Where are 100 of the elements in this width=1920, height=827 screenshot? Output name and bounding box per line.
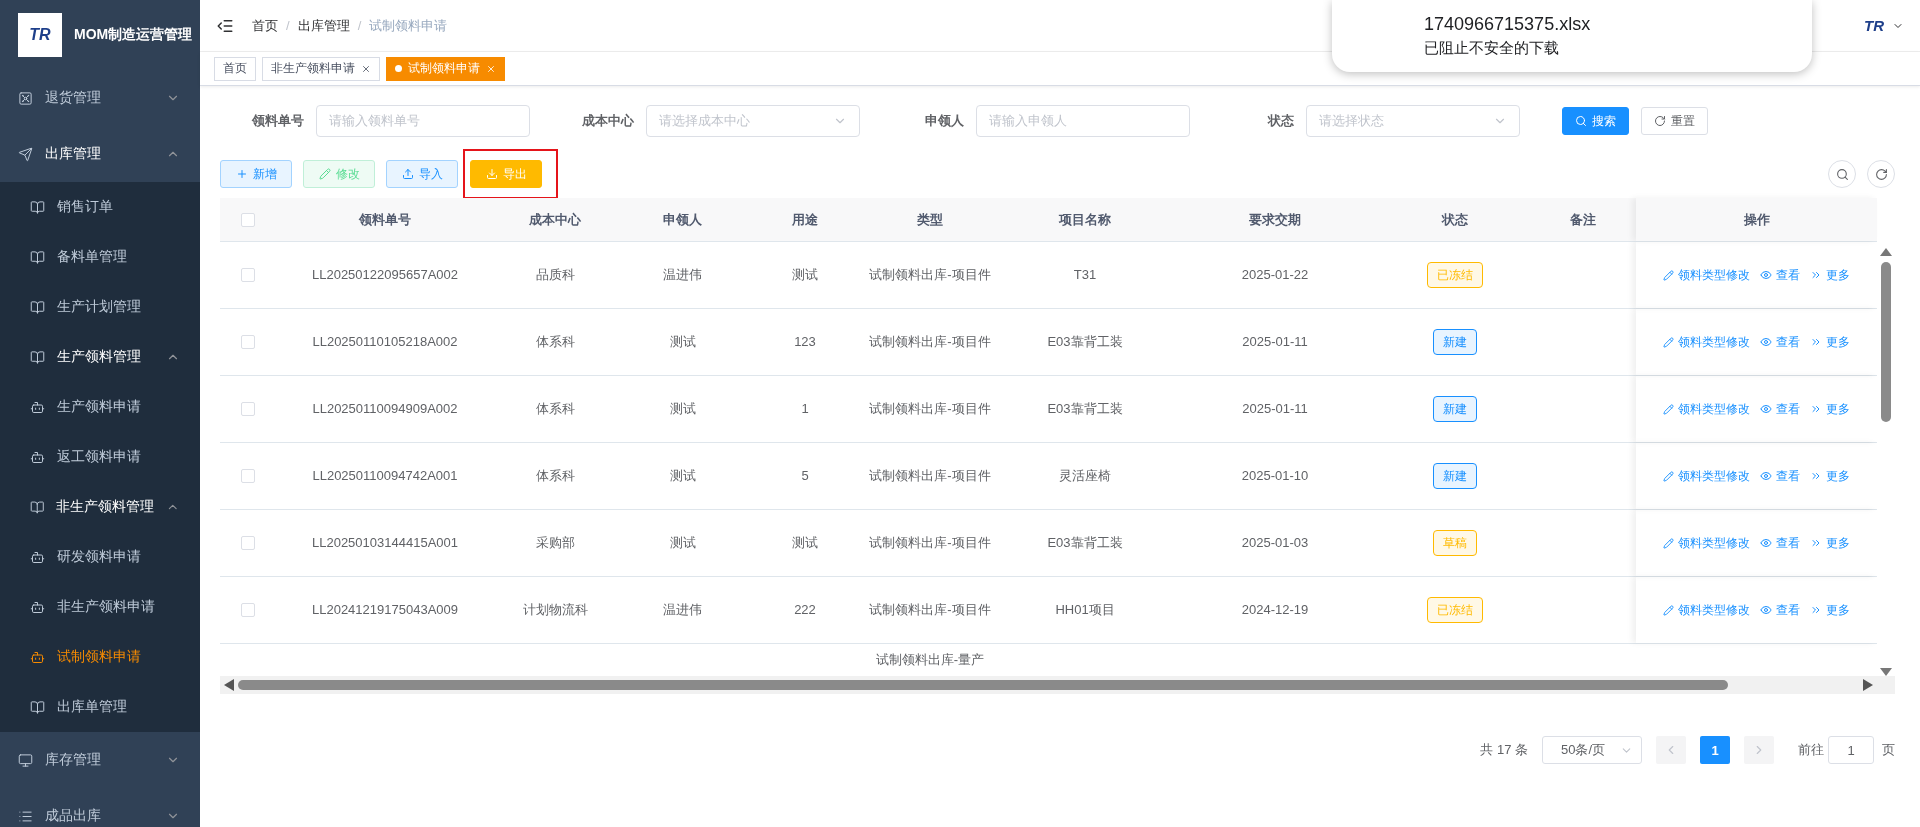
list-icon xyxy=(18,808,33,824)
menu-item[interactable]: 生产计划管理 xyxy=(0,282,200,332)
breadcrumb-item: 试制领料申请 xyxy=(369,16,448,35)
next-page-button[interactable] xyxy=(1744,736,1774,764)
action-link[interactable]: 更多 xyxy=(1810,332,1850,352)
eye-icon xyxy=(1760,537,1772,549)
action-link[interactable]: 领料类型修改 xyxy=(1663,399,1750,419)
user-logo[interactable]: TR xyxy=(1864,17,1884,34)
page-size-select[interactable]: 50条/页 xyxy=(1542,736,1642,764)
pencil-icon xyxy=(1663,470,1674,482)
table-cell-text: 体系科 xyxy=(535,400,575,418)
action-link[interactable]: 领料类型修改 xyxy=(1663,332,1750,352)
search-button[interactable]: 搜索 xyxy=(1562,107,1629,135)
pencil-icon xyxy=(1663,336,1674,348)
action-link[interactable]: 领料类型修改 xyxy=(1663,533,1750,553)
menu-item[interactable]: 出库单管理 xyxy=(0,682,200,732)
checkbox[interactable] xyxy=(240,469,255,483)
table-cell-text: 测试 xyxy=(792,534,818,552)
paper-plane-icon xyxy=(18,146,33,162)
menu-item[interactable]: 生产领料申请 xyxy=(0,382,200,432)
close-icon[interactable] xyxy=(361,63,371,74)
table-cell-text: 试制领料出库-项目件 xyxy=(869,534,991,552)
action-link[interactable]: 查看 xyxy=(1760,600,1800,620)
checkbox[interactable] xyxy=(240,603,255,617)
action-link[interactable]: 领料类型修改 xyxy=(1663,466,1750,486)
input-field[interactable]: 请输入申领人 xyxy=(976,105,1190,137)
column-header: 用途 xyxy=(791,210,819,229)
toolbar-button[interactable]: 导入 xyxy=(386,160,458,188)
action-link[interactable]: 更多 xyxy=(1810,399,1850,419)
menu-item[interactable]: 试制领料申请 xyxy=(0,632,200,682)
action-link[interactable]: 更多 xyxy=(1810,265,1850,285)
horizontal-scrollbar[interactable] xyxy=(220,676,1895,694)
reset-button[interactable]: 重置 xyxy=(1641,107,1708,135)
table-cell-text: 温进伟 xyxy=(663,266,702,284)
pencil-icon xyxy=(1663,604,1674,616)
table-cell-text: E03靠背工装 xyxy=(1047,400,1123,418)
search-button[interactable] xyxy=(1828,160,1856,188)
page-tab[interactable]: 首页 xyxy=(214,56,256,81)
action-link[interactable]: 查看 xyxy=(1760,533,1800,553)
triangle-right-icon[interactable] xyxy=(1863,679,1873,691)
action-link[interactable]: 查看 xyxy=(1760,332,1800,352)
menu-item[interactable]: 研发领料申请 xyxy=(0,532,200,582)
download-icon xyxy=(485,168,498,180)
total-count: 共 17 条 xyxy=(1480,741,1528,759)
checkbox[interactable] xyxy=(240,402,255,416)
action-link[interactable]: 查看 xyxy=(1760,466,1800,486)
goto-label: 前往 xyxy=(1798,741,1824,759)
close-icon[interactable] xyxy=(486,63,496,74)
search-icon xyxy=(1835,167,1849,181)
triangle-down-icon[interactable] xyxy=(1880,668,1892,676)
action-link[interactable]: 更多 xyxy=(1810,533,1850,553)
eye-icon xyxy=(1760,403,1772,415)
menu-item[interactable]: 非生产领料管理 xyxy=(0,482,200,532)
scrollbar-thumb[interactable] xyxy=(238,680,1728,690)
pencil-icon xyxy=(1663,537,1674,549)
double-chevron-icon xyxy=(1810,604,1822,616)
app-title: MOM制造运营管理 xyxy=(74,26,193,44)
robot-icon xyxy=(30,649,45,665)
checkbox[interactable] xyxy=(240,268,255,282)
menu-item[interactable]: 备料单管理 xyxy=(0,232,200,282)
breadcrumb-item[interactable]: 首页 xyxy=(252,16,278,35)
menu-item[interactable]: 销售订单 xyxy=(0,182,200,232)
page-button[interactable]: 1 xyxy=(1700,736,1730,764)
action-link[interactable]: 领料类型修改 xyxy=(1663,600,1750,620)
table-cell-text: 试制领料出库-项目件 xyxy=(869,400,991,418)
action-link[interactable]: 更多 xyxy=(1810,466,1850,486)
checkbox[interactable] xyxy=(240,212,255,227)
scrollbar-thumb[interactable] xyxy=(1881,262,1891,422)
refresh-button[interactable] xyxy=(1867,160,1895,188)
pencil-icon xyxy=(318,168,331,180)
monitor-icon xyxy=(18,752,33,768)
action-link[interactable]: 查看 xyxy=(1760,399,1800,419)
menu-item[interactable]: 生产领料管理 xyxy=(0,332,200,382)
column-header: 申领人 xyxy=(662,210,703,229)
page-tab[interactable]: 试制领料申请 xyxy=(386,56,505,81)
table-cell-text: 5 xyxy=(801,467,809,485)
triangle-up-icon[interactable] xyxy=(1880,248,1892,256)
table-cell-text: 测试 xyxy=(669,400,696,418)
toolbar-button[interactable]: 新增 xyxy=(220,160,292,188)
breadcrumb-item[interactable]: 出库管理 xyxy=(297,16,350,35)
action-link[interactable]: 更多 xyxy=(1810,600,1850,620)
triangle-left-icon[interactable] xyxy=(224,679,234,691)
select-field[interactable]: 请选择状态 xyxy=(1306,105,1520,137)
action-link[interactable]: 查看 xyxy=(1760,265,1800,285)
menu-item[interactable]: 非生产领料申请 xyxy=(0,582,200,632)
page-tab[interactable]: 非生产领料申请 xyxy=(262,56,380,81)
action-link[interactable]: 领料类型修改 xyxy=(1663,265,1750,285)
select-field[interactable]: 请选择成本中心 xyxy=(646,105,860,137)
download-message: 已阻止不安全的下载 xyxy=(1424,39,1560,58)
input-field[interactable]: 请输入领料单号 xyxy=(316,105,530,137)
download-filename: 1740966715375.xlsx xyxy=(1424,14,1592,35)
page-input[interactable]: 1 xyxy=(1828,736,1874,764)
page-suffix: 页 xyxy=(1882,741,1895,759)
checkbox[interactable] xyxy=(240,536,255,550)
table-cell-text: E03靠背工装 xyxy=(1047,534,1123,552)
previous-page-button[interactable] xyxy=(1656,736,1686,764)
checkbox[interactable] xyxy=(240,335,255,349)
book-icon xyxy=(30,349,45,365)
plus-icon xyxy=(235,168,248,180)
menu-item[interactable]: 返工领料申请 xyxy=(0,432,200,482)
